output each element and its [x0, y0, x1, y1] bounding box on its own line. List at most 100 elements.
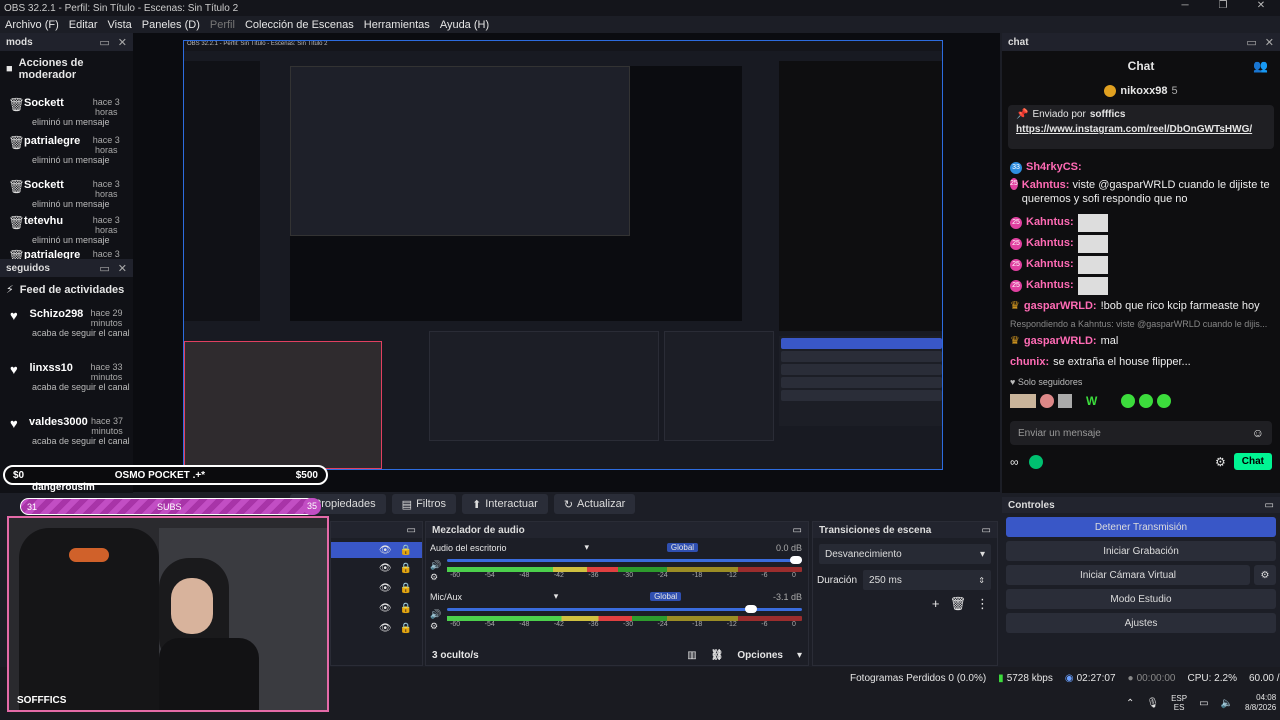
- person-face: [171, 578, 213, 634]
- float-icon[interactable]: ▭: [99, 36, 109, 49]
- source-row[interactable]: 👁 🔒: [331, 558, 422, 578]
- speaker-icon[interactable]: 🔊: [430, 560, 441, 571]
- float-icon[interactable]: ▭: [1265, 500, 1274, 511]
- pin-icon: 📌: [1016, 109, 1029, 120]
- link-icon[interactable]: ⛓: [711, 650, 724, 661]
- lock-icon: 🔒: [399, 622, 412, 634]
- options-button[interactable]: Opciones: [737, 650, 783, 661]
- filters-button[interactable]: ▤ Filtros: [391, 494, 457, 514]
- volume-slider[interactable]: [447, 605, 802, 613]
- pinned-link[interactable]: https://www.instagram.com/reel/DbOnGWTsH…: [1016, 124, 1266, 135]
- nested-chat: [779, 61, 942, 331]
- eye-icon: 👁: [378, 602, 392, 614]
- speaker-icon[interactable]: 🔊: [430, 609, 441, 620]
- subs-goal-bar: 31 SUBS 35: [20, 498, 321, 515]
- source-row[interactable]: 👁 🔒: [331, 542, 422, 558]
- source-row[interactable]: 👁 🔒: [331, 618, 422, 638]
- settings-button[interactable]: Ajustes: [1006, 613, 1276, 633]
- add-icon[interactable]: +: [932, 596, 940, 612]
- lightning-icon: ⚡: [6, 284, 14, 296]
- interact-button[interactable]: ⬆ Interactuar: [462, 494, 548, 514]
- chat-footer: ∞ ⚙ Chat: [1002, 445, 1280, 470]
- minimize-icon[interactable]: ─: [1166, 0, 1204, 11]
- menu-paneles[interactable]: Paneles (D): [140, 19, 202, 31]
- top-gifter: nikoxx98 5: [1002, 81, 1280, 101]
- level-meter: [447, 616, 802, 621]
- duration-spinbox[interactable]: 250 ms ⇕: [863, 570, 991, 590]
- menu-coleccion[interactable]: Colección de Escenas: [243, 19, 356, 31]
- stream-icon: ◉: [1064, 673, 1074, 684]
- transition-select[interactable]: Desvanecimiento ▾: [819, 544, 991, 564]
- list-item: ♥ linxss10 hace 33 minutos acaba de seguir…: [10, 362, 130, 392]
- menu-archivo[interactable]: Archivo (F): [3, 19, 61, 31]
- points-icon[interactable]: ∞: [1010, 455, 1019, 469]
- studio-mode-button[interactable]: Modo Estudio: [1006, 589, 1276, 609]
- emote[interactable]: [1040, 394, 1054, 408]
- chevron-down-icon: ▾: [979, 548, 985, 560]
- chevron-down-icon[interactable]: ▾: [584, 542, 589, 553]
- float-icon[interactable]: ▭: [1246, 36, 1256, 49]
- float-icon[interactable]: ▭: [793, 525, 802, 536]
- heart-icon: ♥: [1010, 377, 1016, 387]
- more-icon[interactable]: ⋮: [976, 596, 989, 612]
- emote[interactable]: [1058, 394, 1072, 408]
- stop-streaming-button[interactable]: Detener Transmisión: [1006, 517, 1276, 537]
- emote-bar: W: [1002, 391, 1280, 411]
- close-icon[interactable]: ✕: [1265, 36, 1274, 49]
- chat-message: ♛ gasparWRLD: mal: [1002, 331, 1280, 352]
- users-icon[interactable]: 👥: [1253, 59, 1268, 73]
- chat-title: Chat 👥: [1127, 59, 1268, 73]
- emote[interactable]: [1139, 394, 1154, 408]
- layout-icon[interactable]: ▥: [687, 650, 696, 661]
- close-icon[interactable]: ✕: [1242, 0, 1280, 11]
- mic-icon[interactable]: 🎙: [1146, 698, 1159, 709]
- chat-message: chunix: se extraña el house flipper...: [1010, 356, 1191, 368]
- menu-perfil[interactable]: Perfil: [208, 19, 237, 31]
- refresh-button[interactable]: ↻ Actualizar: [553, 494, 636, 514]
- seguidos-dock: seguidos ▭ ✕ ⚡ Feed de actividades ♥ Schiz…: [0, 259, 133, 493]
- source-row[interactable]: 👁 🔒: [331, 578, 422, 598]
- menu-vista[interactable]: Vista: [106, 19, 134, 31]
- emote[interactable]: [1010, 394, 1036, 408]
- pinned-message[interactable]: 📌 Enviado por sofffics https://www.insta…: [1008, 105, 1274, 149]
- menu-editar[interactable]: Editar: [67, 19, 100, 31]
- float-icon[interactable]: ▭: [407, 525, 416, 536]
- start-recording-button[interactable]: Iniciar Grabación: [1006, 541, 1276, 561]
- volume-slider[interactable]: [447, 556, 802, 564]
- nested-title: OBS 32.2.1 - Perfil: Sin Título - Escena…: [184, 41, 942, 51]
- close-icon[interactable]: ✕: [118, 262, 127, 275]
- volume-icon[interactable]: 🔈: [1221, 698, 1233, 709]
- emote[interactable]: W: [1086, 394, 1097, 408]
- mixer-header: Mezclador de audio ▭: [426, 522, 808, 538]
- emoji-icon[interactable]: ☺: [1252, 426, 1264, 440]
- refresh-icon: ↻: [563, 498, 574, 511]
- emote[interactable]: [1157, 394, 1172, 408]
- meter-scale: -60 -54 -48 -42 -36 -30 -24 -18 -12 -6 0: [450, 621, 796, 628]
- send-chat-button[interactable]: Chat: [1233, 453, 1272, 470]
- taskbar-tray: ⌃ 🎙 ESP ES ▭ 🔈 04:08 8/8/2026: [1126, 693, 1277, 712]
- mixer-footer: 3 oculto/s ▥ ⛓ Opciones ▾: [432, 650, 802, 661]
- gear-icon[interactable]: ⚙: [1215, 455, 1226, 469]
- settings-icon[interactable]: ⚙: [430, 572, 438, 583]
- menu-herramientas[interactable]: Herramientas: [362, 19, 432, 31]
- emote[interactable]: [1121, 394, 1136, 408]
- maximize-icon[interactable]: ❐: [1204, 0, 1242, 11]
- crown-icon: ♛: [1010, 335, 1020, 347]
- trash-icon[interactable]: 🗑: [949, 596, 966, 612]
- settings-icon[interactable]: ⚙: [430, 621, 438, 632]
- chevron-up-icon[interactable]: ⌃: [1126, 698, 1134, 709]
- menu-ayuda[interactable]: Ayuda (H): [438, 19, 491, 31]
- chat-message: 25 Kahntus:: [1002, 254, 1280, 275]
- person-body: [159, 638, 259, 710]
- float-icon[interactable]: ▭: [99, 262, 109, 275]
- monitor-icon[interactable]: ▭: [1199, 698, 1208, 709]
- close-icon[interactable]: ✕: [118, 36, 127, 49]
- chevron-down-icon[interactable]: ▾: [554, 591, 559, 602]
- chevron-down-icon[interactable]: ▾: [797, 650, 802, 661]
- start-virtual-camera-button[interactable]: Iniciar Cámara Virtual: [1006, 565, 1250, 585]
- source-row[interactable]: 👁 🔒: [331, 598, 422, 618]
- virtual-camera-settings-icon[interactable]: ⚙: [1254, 565, 1276, 585]
- chat-input[interactable]: Enviar un mensaje ☺: [1010, 421, 1272, 445]
- channel-points-icon[interactable]: [1028, 454, 1043, 469]
- float-icon[interactable]: ▭: [982, 525, 991, 536]
